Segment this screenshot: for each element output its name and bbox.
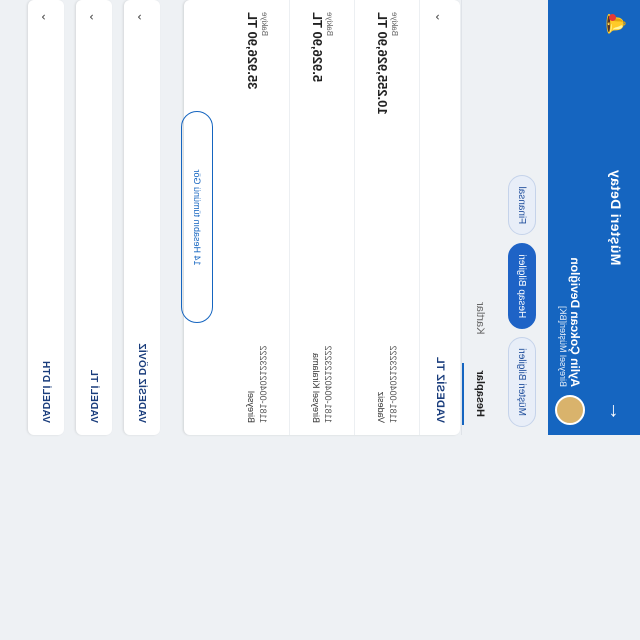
balance-label: Bakiye [390,12,399,37]
pill-account-info[interactable]: Hesap Bilgileri [508,243,536,330]
screen: ← Müşteri Detay 🔔 Aylin Çokcan Deviğlon … [0,0,640,640]
chevron-down-icon[interactable]: ⌄ [135,12,149,22]
account-group-row[interactable]: VADELİ DTH ⌄ [28,0,64,435]
chevron-down-icon[interactable]: ⌄ [87,12,101,22]
customer-subtitle: Bireysel Müşteri[BK] [558,305,568,387]
account-label: Vadesiz [376,391,386,423]
account-group-row[interactable]: VADELİ TL ⌄ [76,0,112,435]
customer-name: Aylin Çokcan Deviğlon [568,257,582,387]
page-title: Müşteri Detay [608,169,624,266]
account-group-name: VADELİ TL [88,369,100,423]
balance-amount: 10.255,926,90 TL [375,12,390,115]
account-group-name: VADESİZ DÖVİZ [136,343,148,423]
avatar [555,395,585,425]
account-group-name: VADELİ DTH [40,360,52,423]
view-all-accounts-button[interactable]: 14 Hesabın tümünü Gör [181,111,213,324]
account-row[interactable]: 1181-00402123222 Vadesiz Bakiye 10.255,9… [355,0,420,435]
pill-financial[interactable]: Finansal [508,175,536,236]
notification-dot [609,14,617,21]
back-arrow-icon[interactable]: ← [592,387,640,435]
app-bar: ← Müşteri Detay 🔔 [592,0,640,435]
chevron-down-icon[interactable]: ⌄ [433,12,447,22]
balance-label: Bakiye [325,12,334,37]
account-row[interactable]: 1181-00402123222 Bireysel Bakiye 35.926,… [225,0,290,435]
balance-label: Bakiye [260,12,269,37]
account-number: 1181-00402123222 [258,345,268,423]
tab-cards[interactable]: Kartlar [462,284,498,352]
account-card-header[interactable]: VADESİZ TL ⌄ [420,0,460,435]
pill-customer-info[interactable]: Müşteri Bilgileri [508,337,536,427]
account-row[interactable]: 1181-00402123222 Bireysel Kiralama Bakiy… [290,0,355,435]
account-label: Bireysel Kiralama [311,352,321,423]
account-label: Bireysel [246,390,256,423]
bell-icon[interactable]: 🔔 [606,0,627,48]
section-pills: Müşteri Bilgileri Hesap Bilgileri Finans… [504,0,540,435]
account-number: 1181-00402123222 [323,345,333,423]
account-card: VADESİZ TL ⌄ 1181-00402123222 Vadesiz Ba… [181,0,460,435]
tabs: Hesaplar Kartlar [461,0,498,435]
account-type-name: VADESİZ TL [434,356,446,423]
balance-amount: 35.926,90 TL [245,12,260,90]
chevron-down-icon[interactable]: ⌄ [39,12,53,22]
balance-amount: 5.926,90 TL [310,12,325,83]
account-number: 1181-00402123222 [388,345,398,423]
customer-banner: Aylin Çokcan Deviğlon Bireysel Müşteri[B… [548,0,592,435]
account-group-row[interactable]: VADESİZ DÖVİZ ⌄ [124,0,160,435]
tab-accounts[interactable]: Hesaplar [462,353,498,435]
